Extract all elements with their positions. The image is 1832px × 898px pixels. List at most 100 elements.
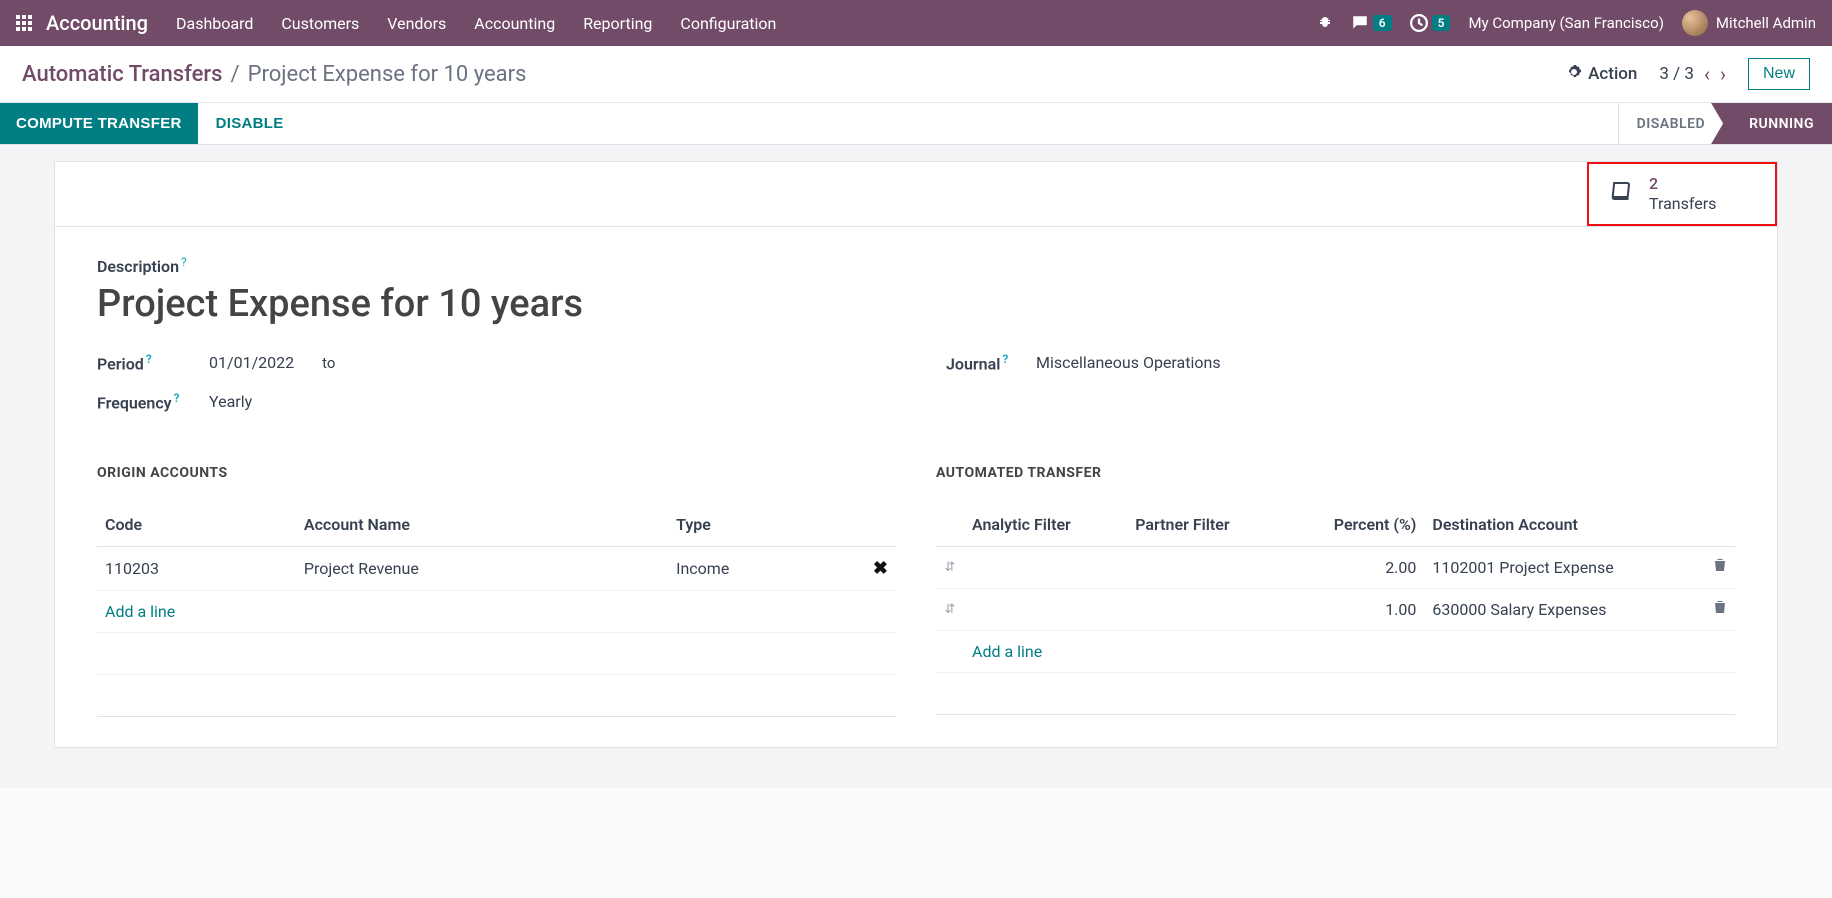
cell-analytic[interactable] xyxy=(964,546,1127,588)
pager-next-icon[interactable]: › xyxy=(1720,62,1726,86)
new-button[interactable]: New xyxy=(1748,58,1810,90)
automated-heading: AUTOMATED TRANSFER xyxy=(936,465,1735,481)
help-icon[interactable]: ? xyxy=(1002,352,1008,366)
pager-text: 3 / 3 xyxy=(1659,64,1694,84)
period-from[interactable]: 01/01/2022 xyxy=(209,353,294,372)
form-card: 2 Transfers Description? Project Expense… xyxy=(54,161,1778,748)
cell-destination[interactable]: 1102001 Project Expense xyxy=(1424,546,1705,588)
drag-handle-icon[interactable]: ⇵ xyxy=(936,588,964,630)
cell-analytic[interactable] xyxy=(964,588,1127,630)
frequency-row: Frequency? Yearly xyxy=(97,391,886,412)
action-label: Action xyxy=(1588,64,1637,84)
pager-prev-icon[interactable]: ‹ xyxy=(1704,62,1710,86)
journal-value[interactable]: Miscellaneous Operations xyxy=(1036,353,1221,372)
user-name: Mitchell Admin xyxy=(1716,14,1816,32)
nav-configuration[interactable]: Configuration xyxy=(680,14,776,33)
table-row[interactable]: ⇵ 1.00 630000 Salary Expenses xyxy=(936,588,1735,630)
record-title[interactable]: Project Expense for 10 years xyxy=(97,282,1735,326)
action-button[interactable]: Action xyxy=(1566,64,1637,85)
description-label-row: Description? xyxy=(97,255,1735,276)
period-label: Period? xyxy=(97,352,209,373)
fields-right: Journal? Miscellaneous Operations xyxy=(946,352,1735,431)
drag-handle-icon[interactable]: ⇵ xyxy=(936,546,964,588)
col-delete xyxy=(1705,503,1735,547)
empty-row xyxy=(97,674,896,716)
cell-destination[interactable]: 630000 Salary Expenses xyxy=(1424,588,1705,630)
cell-type[interactable]: Income xyxy=(668,546,865,590)
journal-label: Journal? xyxy=(946,352,1036,373)
tables: ORIGIN ACCOUNTS Code Account Name Type xyxy=(97,465,1735,717)
breadcrumb-bar: Automatic Transfers / Project Expense fo… xyxy=(0,46,1832,103)
messages-button[interactable]: 6 xyxy=(1351,14,1392,32)
nav-accounting[interactable]: Accounting xyxy=(474,14,555,33)
help-icon[interactable]: ? xyxy=(174,391,180,405)
table-row[interactable]: 110203 Project Revenue Income ✖ xyxy=(97,546,896,590)
col-drag xyxy=(936,503,964,547)
col-account-name[interactable]: Account Name xyxy=(296,503,668,547)
empty-row xyxy=(97,632,896,674)
stat-label: Transfers xyxy=(1649,194,1716,214)
nav-vendors[interactable]: Vendors xyxy=(387,14,446,33)
statbox-row: 2 Transfers xyxy=(55,162,1777,227)
cell-code[interactable]: 110203 xyxy=(97,546,296,590)
origin-heading: ORIGIN ACCOUNTS xyxy=(97,465,896,481)
delete-row-icon[interactable]: ✖ xyxy=(865,546,896,590)
gear-icon xyxy=(1566,64,1582,85)
pager: 3 / 3 ‹ › xyxy=(1659,62,1726,86)
col-percent[interactable]: Percent (%) xyxy=(1284,503,1424,547)
bug-icon[interactable] xyxy=(1317,15,1333,31)
add-line-button[interactable]: Add a line xyxy=(972,642,1042,661)
book-icon xyxy=(1608,180,1635,208)
fields: Period? 01/01/2022 to Frequency? Yearly … xyxy=(97,352,1735,431)
automated-section: AUTOMATED TRANSFER Analytic Filter Partn… xyxy=(936,465,1735,717)
stat-count: 2 xyxy=(1649,174,1716,194)
journal-row: Journal? Miscellaneous Operations xyxy=(946,352,1735,373)
breadcrumb-parent[interactable]: Automatic Transfers xyxy=(22,62,223,87)
trash-icon[interactable] xyxy=(1705,546,1735,588)
activities-button[interactable]: 5 xyxy=(1410,14,1451,32)
nav-dashboard[interactable]: Dashboard xyxy=(176,14,253,33)
top-nav: Accounting Dashboard Customers Vendors A… xyxy=(0,0,1832,46)
col-delete xyxy=(865,503,896,547)
nav-links: Dashboard Customers Vendors Accounting R… xyxy=(176,14,776,33)
help-icon[interactable]: ? xyxy=(181,255,187,269)
apps-icon[interactable] xyxy=(16,15,32,31)
breadcrumb-current: Project Expense for 10 years xyxy=(248,62,527,87)
col-analytic[interactable]: Analytic Filter xyxy=(964,503,1127,547)
period-row: Period? 01/01/2022 to xyxy=(97,352,886,373)
status-disabled[interactable]: DISABLED xyxy=(1618,103,1724,144)
card-body: Description? Project Expense for 10 year… xyxy=(55,227,1777,747)
add-line-row: Add a line xyxy=(936,630,1735,672)
user-menu[interactable]: Mitchell Admin xyxy=(1682,10,1816,36)
cell-percent[interactable]: 2.00 xyxy=(1284,546,1424,588)
company-selector[interactable]: My Company (San Francisco) xyxy=(1468,14,1663,32)
col-destination[interactable]: Destination Account xyxy=(1424,503,1705,547)
cell-partner[interactable] xyxy=(1127,588,1284,630)
breadcrumb-right: Action 3 / 3 ‹ › New xyxy=(1566,58,1810,90)
help-icon[interactable]: ? xyxy=(146,352,152,366)
period-to-word: to xyxy=(322,354,335,372)
transfers-statbox[interactable]: 2 Transfers xyxy=(1587,162,1777,226)
status-running[interactable]: RUNNING xyxy=(1723,103,1832,144)
nav-reporting[interactable]: Reporting xyxy=(583,14,652,33)
empty-row xyxy=(936,672,1735,714)
compute-transfer-button[interactable]: COMPUTE TRANSFER xyxy=(0,103,198,144)
frequency-label: Frequency? xyxy=(97,391,209,412)
table-row[interactable]: ⇵ 2.00 1102001 Project Expense xyxy=(936,546,1735,588)
messages-badge: 6 xyxy=(1373,15,1392,31)
col-partner[interactable]: Partner Filter xyxy=(1127,503,1284,547)
col-type[interactable]: Type xyxy=(668,503,865,547)
disable-button[interactable]: DISABLE xyxy=(198,103,302,144)
cell-percent[interactable]: 1.00 xyxy=(1284,588,1424,630)
page: 2 Transfers Description? Project Expense… xyxy=(0,145,1832,788)
description-label: Description xyxy=(97,257,179,276)
cell-name[interactable]: Project Revenue xyxy=(296,546,668,590)
trash-icon[interactable] xyxy=(1705,588,1735,630)
col-code[interactable]: Code xyxy=(97,503,296,547)
frequency-value[interactable]: Yearly xyxy=(209,392,252,411)
clock-icon xyxy=(1410,14,1428,32)
add-line-button[interactable]: Add a line xyxy=(105,602,175,621)
cell-partner[interactable] xyxy=(1127,546,1284,588)
nav-customers[interactable]: Customers xyxy=(281,14,359,33)
app-name[interactable]: Accounting xyxy=(46,11,148,35)
